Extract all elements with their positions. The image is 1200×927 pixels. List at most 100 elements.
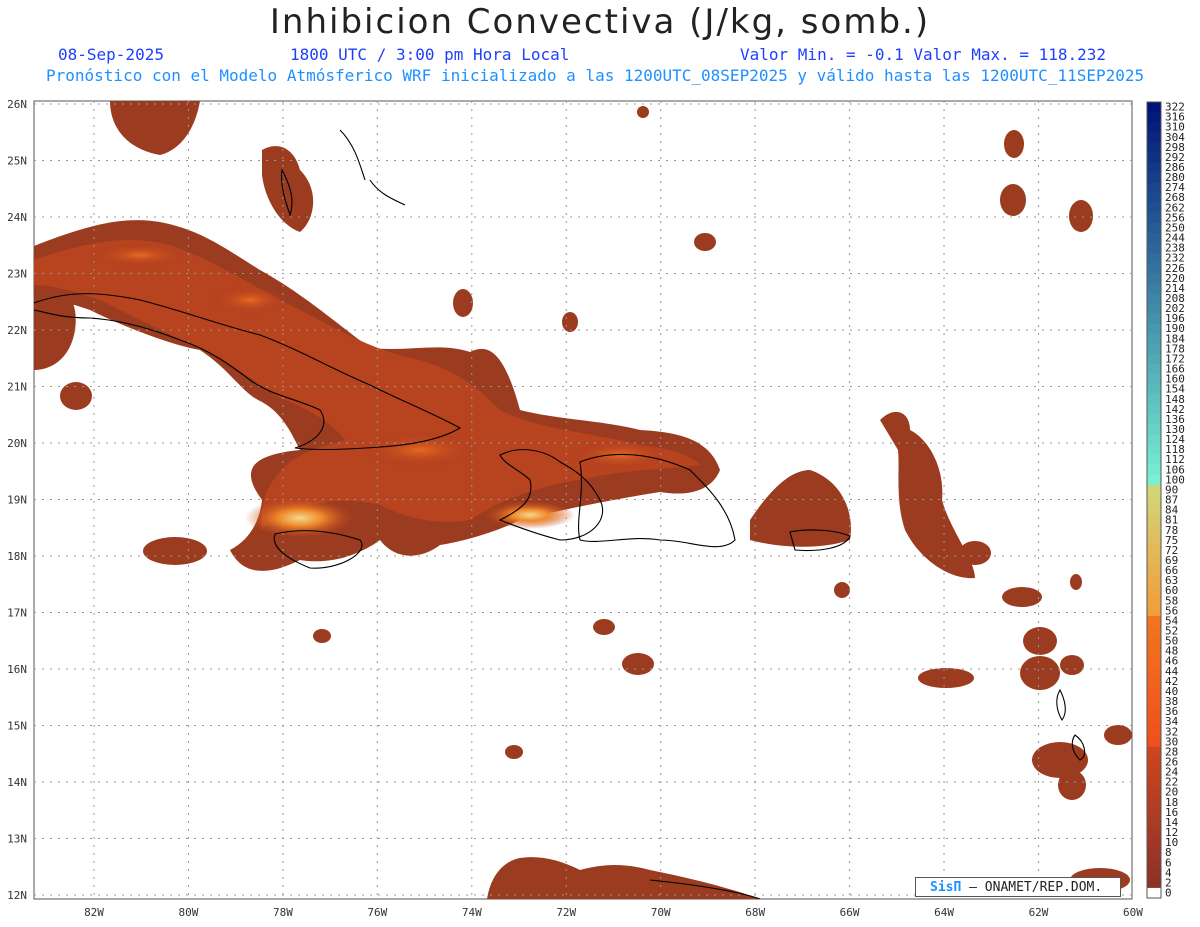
colorbar-swatch	[1147, 887, 1161, 899]
colorbar-swatch	[1147, 706, 1161, 718]
colorbar-swatch	[1147, 716, 1161, 728]
colorbar-swatch	[1147, 464, 1161, 476]
lat-label: 17N	[7, 607, 27, 620]
colorbar-swatch	[1147, 726, 1161, 738]
lat-label: 14N	[7, 776, 27, 789]
colorbar-swatch	[1147, 404, 1161, 415]
colorbar-swatch	[1147, 434, 1161, 446]
colorbar-swatch	[1147, 494, 1161, 506]
colorbar-swatch	[1147, 484, 1161, 496]
sispi-logo: SisΠ	[930, 880, 962, 895]
colorbar-swatch	[1147, 525, 1161, 536]
colorbar-swatch	[1147, 363, 1161, 375]
colorbar-swatch	[1147, 384, 1161, 395]
lat-label: 25N	[7, 155, 27, 168]
colorbar-swatch	[1147, 353, 1161, 365]
colorbar-swatch	[1147, 877, 1161, 889]
lat-label: 16N	[7, 663, 27, 676]
longitude-labels: 82W 80W 78W 76W 74W 72W 70W 68W 66W 64W 62W 60W	[84, 906, 1143, 919]
lon-label: 72W	[556, 906, 576, 919]
colorbar-swatch	[1147, 636, 1161, 647]
colorbar: 3223163103042982922862802742682622562502…	[1146, 101, 1185, 899]
colorbar-swatch	[1147, 273, 1161, 284]
colorbar-swatch	[1147, 212, 1161, 224]
colorbar-swatch	[1147, 263, 1161, 274]
colorbar-swatch	[1147, 787, 1161, 798]
colorbar-swatch	[1147, 454, 1161, 466]
colorbar-swatch	[1147, 192, 1161, 204]
lon-label: 78W	[273, 906, 293, 919]
colorbar-swatch	[1147, 555, 1161, 566]
colorbar-swatch	[1147, 656, 1161, 667]
lat-label: 12N	[7, 889, 27, 902]
colorbar-swatch	[1147, 505, 1161, 516]
lon-label: 82W	[84, 906, 104, 919]
colorbar-swatch	[1147, 222, 1161, 234]
colorbar-swatch	[1147, 243, 1161, 254]
colorbar-swatch	[1147, 394, 1161, 405]
lat-label: 19N	[7, 494, 27, 507]
colorbar-swatch	[1147, 575, 1161, 587]
colorbar-swatch	[1147, 293, 1161, 305]
colorbar-swatch	[1147, 253, 1161, 264]
colorbar-swatch	[1147, 595, 1161, 607]
colorbar-swatch	[1147, 112, 1161, 123]
colorbar-swatch	[1147, 857, 1161, 869]
lat-label: 15N	[7, 720, 27, 733]
colorbar-swatch	[1147, 444, 1161, 456]
colorbar-swatch	[1147, 232, 1161, 244]
lon-label: 60W	[1123, 906, 1143, 919]
colorbar-swatch	[1147, 867, 1161, 879]
colorbar-swatch	[1147, 303, 1161, 315]
lat-label: 18N	[7, 550, 27, 563]
lat-label: 13N	[7, 833, 27, 846]
colorbar-swatch	[1147, 202, 1161, 214]
colorbar-swatch	[1147, 625, 1161, 637]
lat-label: 26N	[7, 98, 27, 111]
colorbar-swatch	[1147, 676, 1161, 687]
colorbar-swatch	[1147, 817, 1161, 828]
colorbar-swatch	[1147, 605, 1161, 617]
lat-label: 24N	[7, 211, 27, 224]
colorbar-swatch	[1147, 797, 1161, 808]
lat-label: 23N	[7, 268, 27, 281]
credit-text: – ONAMET/REP.DOM.	[969, 880, 1103, 895]
colorbar-swatch	[1147, 122, 1161, 133]
colorbar-swatch	[1147, 746, 1161, 758]
colorbar-swatch	[1147, 756, 1161, 768]
colorbar-swatch	[1147, 767, 1161, 778]
colorbar-swatch	[1147, 414, 1161, 425]
lon-label: 74W	[462, 906, 482, 919]
colorbar-swatch	[1147, 515, 1161, 526]
colorbar-swatch	[1147, 343, 1161, 355]
colorbar-swatch	[1147, 132, 1161, 143]
lat-label: 21N	[7, 381, 27, 394]
colorbar-swatch	[1147, 374, 1161, 385]
colorbar-swatch	[1147, 565, 1161, 577]
colorbar-swatch	[1147, 424, 1161, 436]
lon-label: 64W	[934, 906, 954, 919]
colorbar-swatch	[1147, 827, 1161, 839]
colorbar-swatch	[1147, 666, 1161, 677]
map-canvas: 82W 80W 78W 76W 74W 72W 70W 68W 66W 64W 62W 60W 26N…	[7, 98, 1185, 919]
colorbar-swatch	[1147, 847, 1161, 859]
lon-label: 80W	[179, 906, 199, 919]
lon-label: 62W	[1029, 906, 1049, 919]
latitude-labels: 26N 25N 24N 23N 22N 21N 20N 19N 18N 17N 16N 15N 14N 1…	[7, 98, 27, 902]
colorbar-swatch	[1147, 615, 1161, 627]
colorbar-swatch	[1147, 283, 1161, 294]
lon-label: 70W	[651, 906, 671, 919]
colorbar-swatch	[1147, 142, 1161, 153]
colorbar-swatch	[1147, 585, 1161, 597]
colorbar-swatch	[1147, 736, 1161, 748]
colorbar-swatch	[1147, 152, 1161, 163]
colorbar-swatch	[1147, 646, 1161, 657]
colorbar-swatch	[1147, 102, 1161, 113]
colorbar-label: 0	[1165, 886, 1172, 899]
lat-label: 20N	[7, 437, 27, 450]
colorbar-swatch	[1147, 696, 1161, 708]
credit-box: SisΠ – ONAMET/REP.DOM.	[915, 877, 1121, 897]
colorbar-swatch	[1147, 837, 1161, 849]
colorbar-swatch	[1147, 333, 1161, 345]
colorbar-swatch	[1147, 686, 1161, 697]
